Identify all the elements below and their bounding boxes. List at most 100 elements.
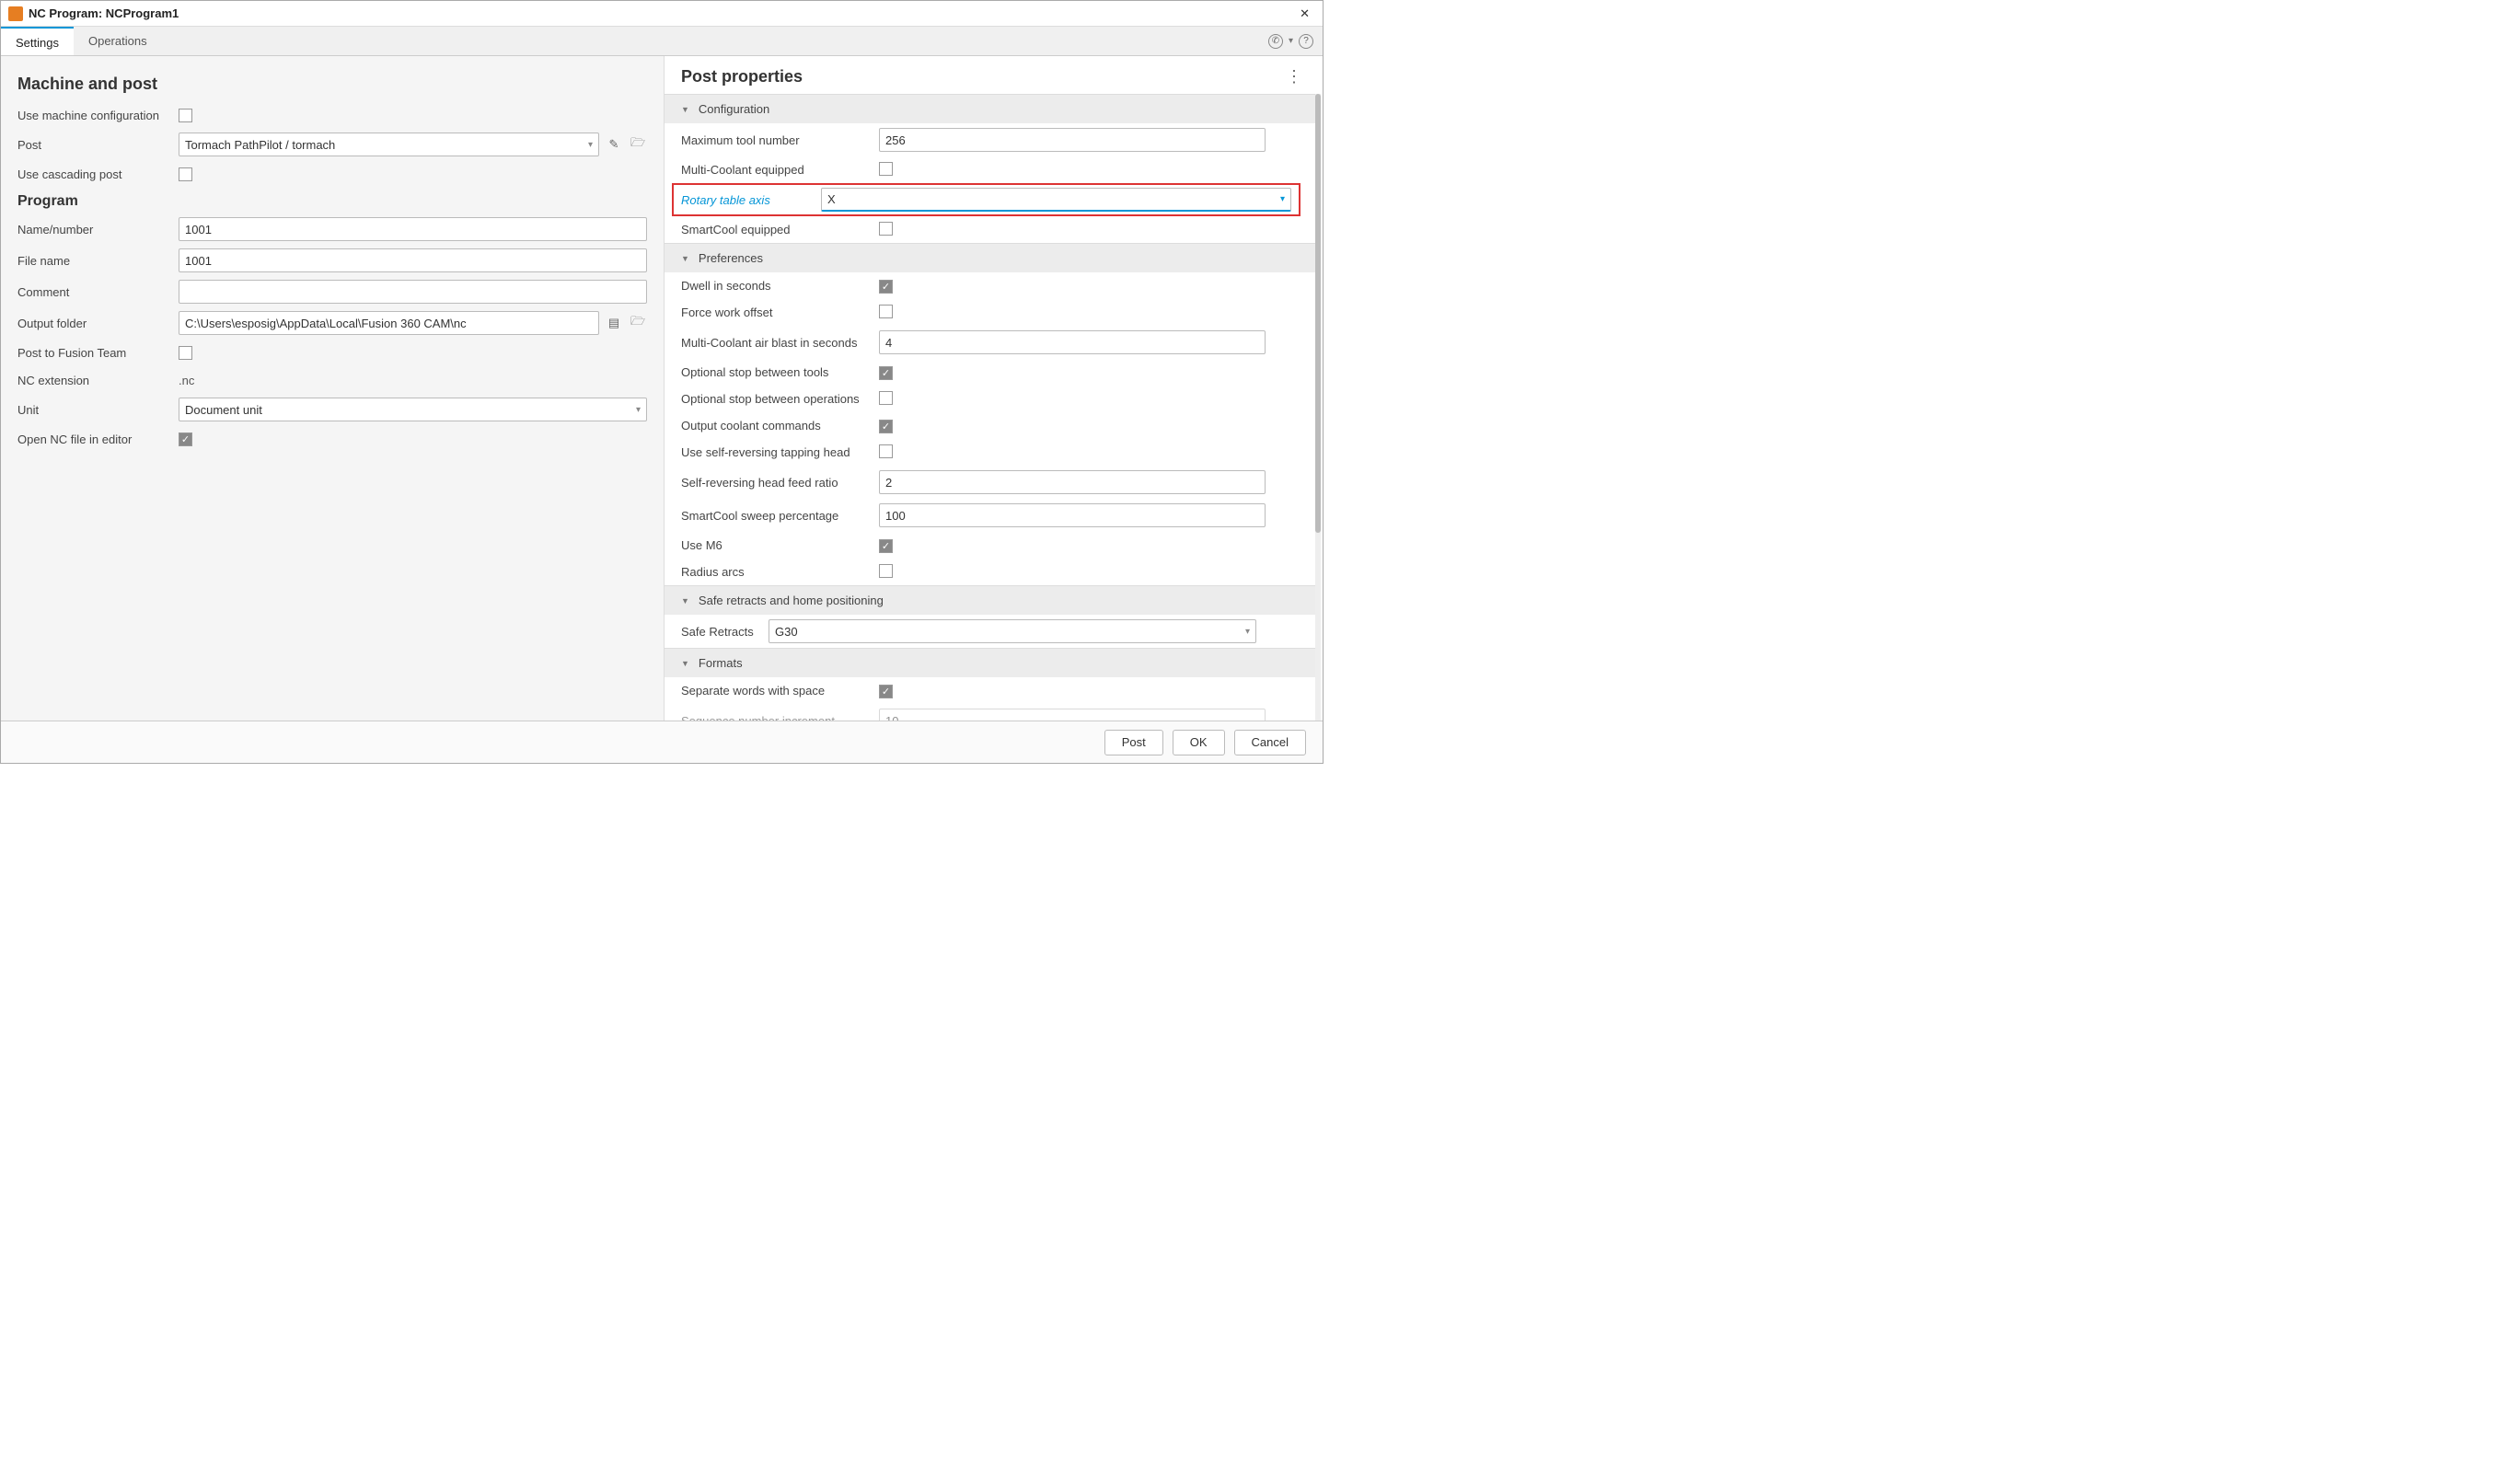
dwell-checkbox[interactable] — [879, 280, 893, 294]
unit-label: Unit — [17, 403, 179, 417]
chevron-down-icon: ▾ — [1245, 627, 1250, 637]
rotary-axis-value: X — [827, 192, 836, 206]
phone-icon[interactable]: ✆ — [1268, 34, 1283, 49]
output-folder-input[interactable] — [179, 311, 599, 335]
comment-label: Comment — [17, 285, 179, 299]
content: Machine and post Use machine configurati… — [1, 56, 1323, 721]
force-work-offset-checkbox[interactable] — [879, 305, 893, 318]
right-pane: Post properties ⋮ ▼ Configuration Maximu… — [664, 56, 1323, 721]
name-number-label: Name/number — [17, 223, 179, 236]
ok-button[interactable]: OK — [1173, 730, 1225, 755]
post-properties-title: Post properties — [681, 67, 1282, 86]
safe-retracts-label: Safe Retracts — [681, 625, 769, 639]
group-safe-retracts-label: Safe retracts and home positioning — [699, 594, 884, 607]
edit-post-icon[interactable]: ✎ — [605, 135, 623, 154]
mc-air-blast-input[interactable] — [879, 330, 1266, 354]
open-nc-editor-checkbox[interactable] — [179, 432, 192, 446]
opt-stop-tools-checkbox[interactable] — [879, 366, 893, 380]
file-name-label: File name — [17, 254, 179, 268]
folder-open-icon[interactable]: 🗁 — [629, 135, 647, 154]
properties-scroll[interactable]: ▼ Configuration Maximum tool number Mult… — [665, 94, 1323, 721]
heading-program: Program — [1, 188, 664, 213]
window-title: NC Program: NCProgram1 — [29, 6, 1294, 20]
safe-retracts-value: G30 — [775, 625, 798, 639]
chevron-down-icon: ▾ — [1280, 194, 1285, 204]
name-number-input[interactable] — [179, 217, 647, 241]
chevron-down-icon: ▾ — [588, 140, 593, 150]
self-rev-head-checkbox[interactable] — [879, 444, 893, 458]
self-rev-head-label: Use self-reversing tapping head — [681, 445, 879, 459]
max-tool-number-input[interactable] — [879, 128, 1266, 152]
comment-input[interactable] — [179, 280, 647, 304]
open-nc-editor-label: Open NC file in editor — [17, 432, 179, 446]
titlebar: NC Program: NCProgram1 ✕ — [1, 1, 1323, 27]
close-icon[interactable]: ✕ — [1294, 5, 1315, 23]
group-preferences-label: Preferences — [699, 251, 763, 265]
nc-extension-label: NC extension — [17, 374, 179, 387]
force-work-offset-label: Force work offset — [681, 306, 879, 319]
unit-select-value: Document unit — [185, 403, 262, 417]
rotary-axis-label: Rotary table axis — [681, 193, 821, 207]
post-button[interactable]: Post — [1104, 730, 1163, 755]
smartcool-checkbox[interactable] — [879, 222, 893, 236]
seq-num-inc-label: Sequence number increment — [681, 714, 879, 721]
post-label: Post — [17, 138, 179, 152]
group-formats-label: Formats — [699, 656, 743, 670]
tab-operations[interactable]: Operations — [74, 27, 162, 55]
post-fusion-team-label: Post to Fusion Team — [17, 346, 179, 360]
open-explorer-icon[interactable]: ▤ — [605, 314, 623, 332]
use-machine-config-checkbox[interactable] — [179, 109, 192, 122]
group-preferences[interactable]: ▼ Preferences — [665, 243, 1315, 272]
use-cascading-label: Use cascading post — [17, 167, 179, 181]
output-coolant-label: Output coolant commands — [681, 419, 879, 432]
output-coolant-checkbox[interactable] — [879, 420, 893, 433]
left-pane: Machine and post Use machine configurati… — [1, 56, 664, 721]
rotary-axis-row: Rotary table axis X ▾ — [672, 183, 1300, 216]
use-cascading-checkbox[interactable] — [179, 167, 192, 181]
multi-coolant-checkbox[interactable] — [879, 162, 893, 176]
heading-machine-post: Machine and post — [1, 67, 664, 101]
radius-arcs-label: Radius arcs — [681, 565, 879, 579]
smartcool-sweep-label: SmartCool sweep percentage — [681, 509, 879, 523]
group-configuration-label: Configuration — [699, 102, 769, 116]
chevron-down-icon[interactable]: ▾ — [1289, 36, 1293, 46]
chevron-down-icon: ▾ — [636, 405, 641, 415]
opt-stop-ops-label: Optional stop between operations — [681, 392, 879, 406]
opt-stop-ops-checkbox[interactable] — [879, 391, 893, 405]
group-safe-retracts[interactable]: ▼ Safe retracts and home positioning — [665, 585, 1315, 615]
dwell-label: Dwell in seconds — [681, 279, 879, 293]
scrollbar[interactable] — [1315, 94, 1321, 721]
opt-stop-tools-label: Optional stop between tools — [681, 365, 879, 379]
file-name-input[interactable] — [179, 248, 647, 272]
cancel-button[interactable]: Cancel — [1234, 730, 1306, 755]
group-configuration[interactable]: ▼ Configuration — [665, 94, 1315, 123]
radius-arcs-checkbox[interactable] — [879, 564, 893, 578]
rotary-axis-select[interactable]: X ▾ — [821, 188, 1291, 212]
seq-num-inc-input[interactable] — [879, 709, 1266, 721]
post-select[interactable]: Tormach PathPilot / tormach ▾ — [179, 133, 599, 156]
kebab-menu-icon[interactable]: ⋮ — [1282, 67, 1306, 86]
tabbar: Settings Operations ✆ ▾ ? — [1, 27, 1323, 56]
post-select-value: Tormach PathPilot / tormach — [185, 138, 335, 152]
smartcool-sweep-input[interactable] — [879, 503, 1266, 527]
unit-select[interactable]: Document unit ▾ — [179, 398, 647, 421]
nc-extension-value: .nc — [179, 374, 194, 387]
scrollbar-thumb[interactable] — [1315, 94, 1321, 533]
smartcool-label: SmartCool equipped — [681, 223, 879, 236]
dialog-footer: Post OK Cancel — [1, 721, 1323, 763]
max-tool-number-label: Maximum tool number — [681, 133, 879, 147]
separate-words-label: Separate words with space — [681, 684, 879, 698]
post-fusion-team-checkbox[interactable] — [179, 346, 192, 360]
tab-settings[interactable]: Settings — [1, 27, 74, 55]
mc-air-blast-label: Multi-Coolant air blast in seconds — [681, 336, 879, 350]
group-formats[interactable]: ▼ Formats — [665, 648, 1315, 677]
nc-program-dialog: NC Program: NCProgram1 ✕ Settings Operat… — [0, 0, 1324, 764]
folder-open-icon[interactable]: 🗁 — [629, 314, 647, 332]
use-m6-checkbox[interactable] — [879, 539, 893, 553]
use-m6-label: Use M6 — [681, 538, 879, 552]
safe-retracts-select[interactable]: G30 ▾ — [769, 619, 1256, 643]
separate-words-checkbox[interactable] — [879, 685, 893, 698]
help-icon[interactable]: ? — [1299, 34, 1313, 49]
self-rev-ratio-label: Self-reversing head feed ratio — [681, 476, 879, 490]
self-rev-ratio-input[interactable] — [879, 470, 1266, 494]
